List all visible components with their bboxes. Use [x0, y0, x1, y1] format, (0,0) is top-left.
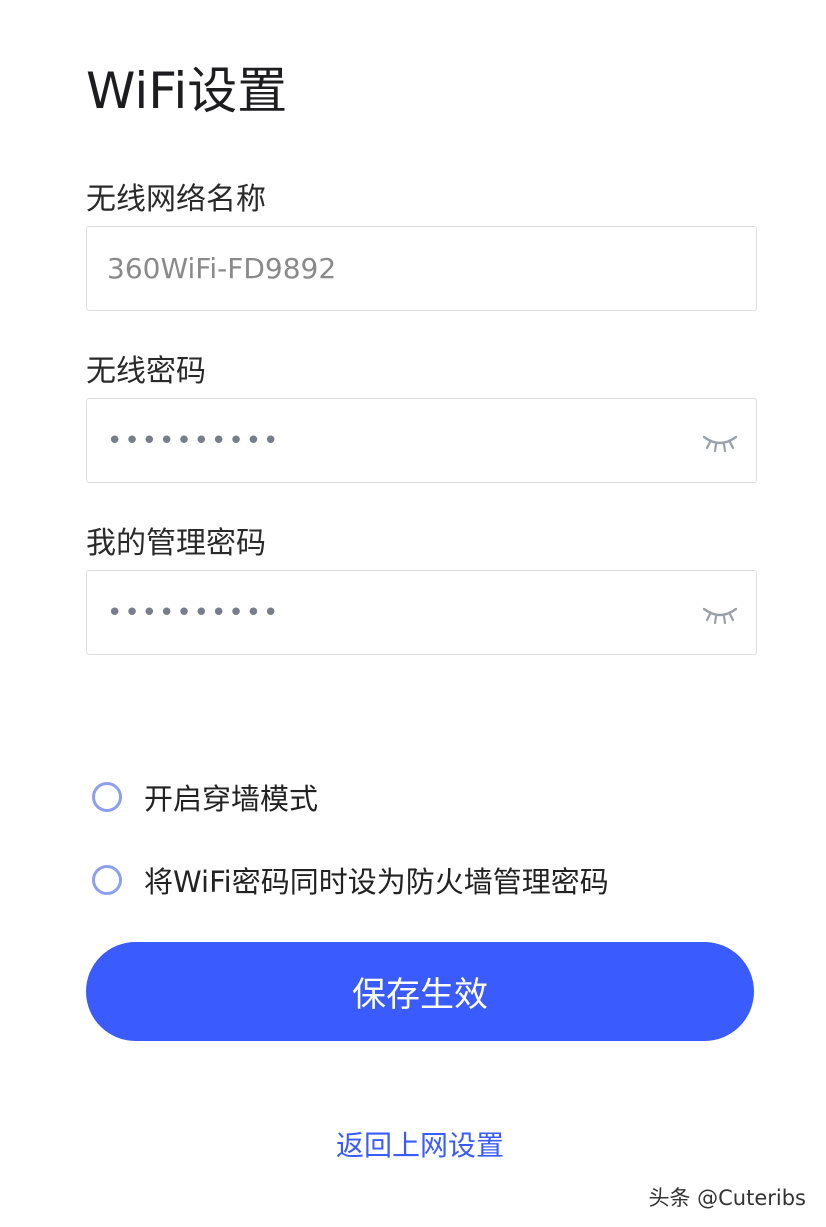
wall-penetration-label: 开启穿墙模式: [144, 782, 319, 816]
admin-password-field: [86, 570, 757, 655]
wifi-password-label: 无线密码: [86, 354, 206, 389]
option-sync-firewall-password[interactable]: 将WiFi密码同时设为防火墙管理密码: [92, 860, 609, 900]
back-to-network-settings-link[interactable]: 返回上网设置: [0, 1124, 826, 1164]
ssid-field: [86, 226, 757, 311]
watermark: 头条 @Cuteribs: [648, 1186, 806, 1210]
admin-password-label: 我的管理密码: [86, 526, 266, 561]
wall-penetration-radio[interactable]: [92, 782, 122, 812]
option-wall-penetration[interactable]: 开启穿墙模式: [92, 777, 318, 817]
wifi-password-input[interactable]: [107, 399, 667, 482]
wifi-password-field: [86, 398, 757, 483]
ssid-label: 无线网络名称: [86, 182, 266, 217]
sync-firewall-password-radio[interactable]: [92, 865, 122, 895]
sync-firewall-password-label: 将WiFi密码同时设为防火墙管理密码: [144, 865, 609, 899]
ssid-input[interactable]: [107, 227, 667, 310]
page-title: WiFi设置: [86, 62, 288, 120]
save-button[interactable]: 保存生效: [86, 942, 754, 1041]
admin-password-input[interactable]: [107, 571, 667, 654]
eye-closed-icon[interactable]: [702, 603, 738, 627]
eye-closed-icon[interactable]: [702, 431, 738, 455]
